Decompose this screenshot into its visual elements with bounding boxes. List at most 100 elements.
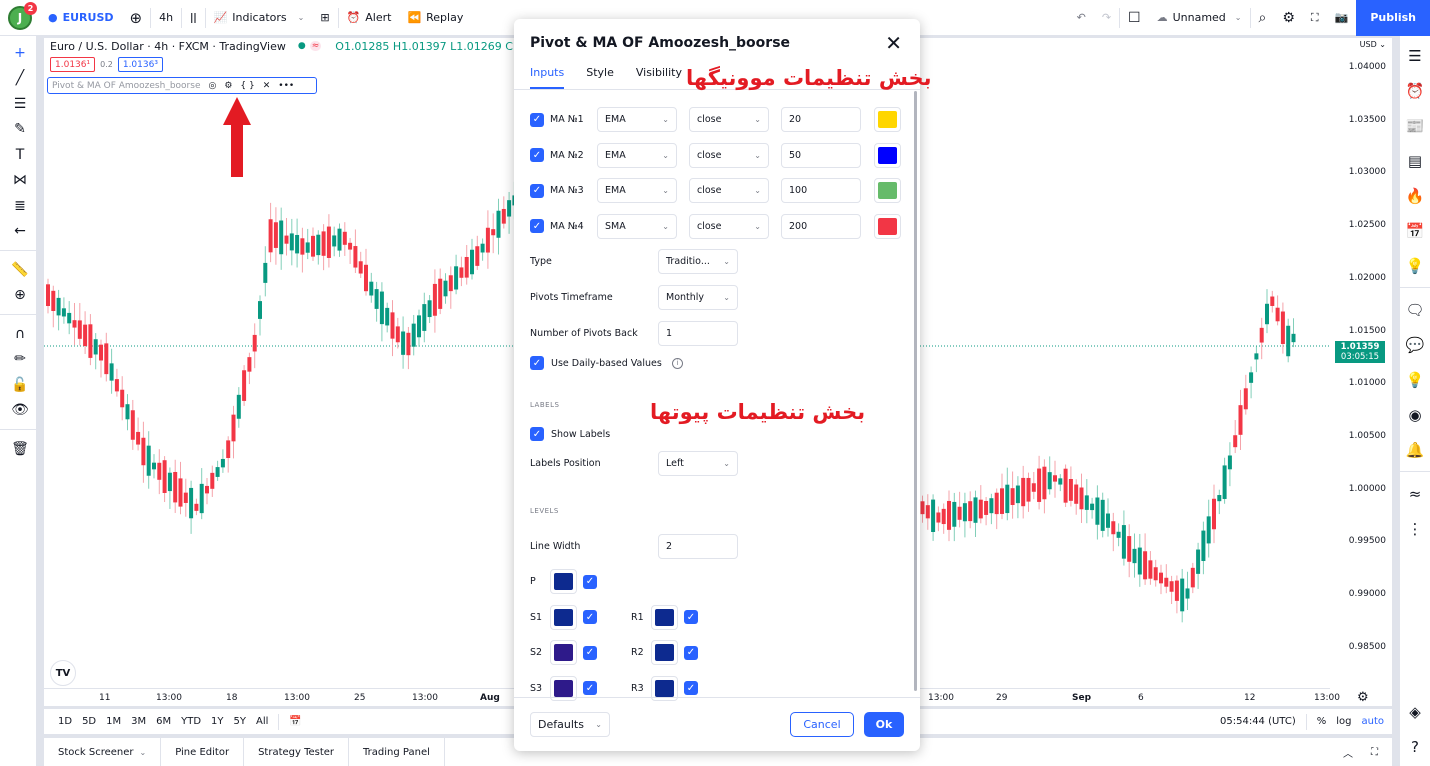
user-avatar[interactable]: J2 <box>8 1 37 30</box>
magnet-icon[interactable]: ∩ <box>0 321 40 347</box>
source-code-icon[interactable]: { } <box>240 81 254 91</box>
compare-button[interactable]: ⊕ <box>122 0 151 36</box>
level-enabled-checkbox[interactable]: ✓ <box>684 610 698 624</box>
ideas-lightbulb-icon[interactable]: 💡 <box>1400 248 1430 283</box>
ma-source-select[interactable]: close ⌄ <box>689 178 769 203</box>
level-color-picker[interactable] <box>550 640 577 665</box>
undo-button[interactable]: ↶ <box>1069 0 1094 36</box>
templates-button[interactable]: ⊞ <box>312 0 337 36</box>
layers-icon[interactable]: ◈ <box>1400 694 1430 729</box>
percent-toggle[interactable]: % <box>1317 716 1327 727</box>
ok-button[interactable]: Ok <box>864 712 904 737</box>
fullscreen-button[interactable]: ⛶ <box>1303 0 1327 36</box>
line-width-input[interactable]: 2 <box>658 534 738 559</box>
zoom-in-icon[interactable]: ⊕ <box>0 283 40 309</box>
tab-inputs[interactable]: Inputs <box>530 66 565 89</box>
currency-selector[interactable]: USD ⌄ <box>1360 40 1386 49</box>
streams-icon[interactable]: 💡 <box>1400 362 1430 397</box>
price-axis[interactable]: USD ⌄ 1.04000 1.03500 1.03000 1.02500 1.0200… <box>1330 38 1392 688</box>
layout-button[interactable]: ☐ <box>1120 0 1149 36</box>
level-enabled-checkbox[interactable]: ✓ <box>583 610 597 624</box>
buy-price-button[interactable]: 1.0136³ <box>117 57 163 72</box>
notifications-bell-icon[interactable]: 🔔 <box>1400 432 1430 467</box>
indicator-legend-row[interactable]: Pivot & MA OF Amoozesh_boorse ◎ ⚙ { } ✕ … <box>47 77 317 94</box>
text-icon[interactable]: T <box>0 142 40 168</box>
hotlists-icon[interactable]: 🔥 <box>1400 178 1430 213</box>
dialog-scrollbar[interactable] <box>914 91 917 691</box>
sell-price-button[interactable]: 1.0136¹ <box>50 57 96 72</box>
tab-trading-panel[interactable]: Trading Panel <box>349 738 445 766</box>
ma-length-input[interactable]: 50 <box>781 142 861 168</box>
ma-length-input[interactable]: 200 <box>781 213 861 239</box>
range-6m[interactable]: 6M <box>156 716 171 727</box>
type-select[interactable]: Traditio... ⌄ <box>658 249 738 274</box>
alert-button[interactable]: ⏰ Alert <box>339 0 400 36</box>
tab-style[interactable]: Style <box>586 66 614 89</box>
daily-values-checkbox[interactable]: ✓ <box>530 356 544 370</box>
level-enabled-checkbox[interactable]: ✓ <box>583 681 597 695</box>
defaults-button[interactable]: Defaults ⌄ <box>530 712 610 737</box>
cancel-button[interactable]: Cancel <box>790 712 854 737</box>
auto-toggle[interactable]: auto <box>1361 716 1384 727</box>
ma-type-select[interactable]: SMA ⌄ <box>597 213 677 239</box>
tab-stock-screener[interactable]: Stock Screener ⌄ <box>44 738 162 766</box>
ma-source-select[interactable]: close ⌄ <box>689 213 769 239</box>
publish-button[interactable]: Publish <box>1356 0 1430 36</box>
chevron-up-icon[interactable]: ︿ <box>1343 745 1353 760</box>
settings-gear-icon[interactable]: ⚙ <box>224 81 232 91</box>
replay-button[interactable]: ⏪ Replay <box>399 0 471 36</box>
trash-icon[interactable]: 🗑 <box>0 436 40 462</box>
clock-utc[interactable]: 05:54:44 (UTC) <box>1220 716 1296 727</box>
alerts-clock-icon[interactable]: ⏰ <box>1400 73 1430 108</box>
tradingview-logo[interactable]: TV <box>50 660 76 686</box>
ma-type-select[interactable]: EMA ⌄ <box>597 142 677 168</box>
more-dots-icon[interactable]: ••• <box>278 81 294 91</box>
tab-pine-editor[interactable]: Pine Editor <box>161 738 245 766</box>
ma-color-picker[interactable] <box>874 107 901 132</box>
maximize-panel-icon[interactable]: ⛶ <box>1371 747 1378 758</box>
search-button[interactable]: ⌕ <box>1251 0 1275 36</box>
ma-enabled-checkbox[interactable]: ✓ <box>530 112 544 127</box>
goto-date-calendar-icon[interactable]: 📅 <box>289 716 301 727</box>
remove-x-icon[interactable]: ✕ <box>263 81 271 91</box>
show-labels-checkbox[interactable]: ✓ <box>530 427 544 441</box>
watchlist-icon[interactable]: ☰ <box>1400 38 1430 73</box>
range-5d[interactable]: 5D <box>82 716 96 727</box>
interval-button[interactable]: 4h <box>151 0 181 36</box>
ma-color-picker[interactable] <box>874 213 901 239</box>
info-icon[interactable]: i <box>671 357 683 369</box>
level-color-picker[interactable] <box>550 604 577 630</box>
ruler-icon[interactable]: 📏 <box>0 257 40 283</box>
lock-drawing-icon[interactable]: ✏ <box>0 347 40 373</box>
snapshot-button[interactable]: 📷 <box>1327 0 1357 36</box>
layout-name-button[interactable]: ☁ Unnamed ⌄ <box>1149 0 1250 36</box>
pattern-icon[interactable]: ⋈ <box>0 168 40 194</box>
log-toggle[interactable]: log <box>1336 716 1351 727</box>
fib-icon[interactable]: ☰ <box>0 91 40 117</box>
lock-icon[interactable]: 🔓 <box>0 372 40 398</box>
trend-line-icon[interactable]: ╱ <box>0 66 40 92</box>
ma-source-select[interactable]: close ⌄ <box>689 142 769 168</box>
chats-icon[interactable]: 🗨 <box>1400 292 1430 327</box>
ma-length-input[interactable]: 100 <box>781 178 861 203</box>
pivots-back-input[interactable]: 1 <box>658 321 738 346</box>
level-color-picker[interactable] <box>550 569 577 594</box>
range-1d[interactable]: 1D <box>58 716 72 727</box>
ma-length-input[interactable]: 20 <box>781 107 861 132</box>
crosshair-icon[interactable]: + <box>0 40 40 66</box>
ma-enabled-checkbox[interactable]: ✓ <box>530 148 544 162</box>
settings-button[interactable]: ⚙ <box>1274 0 1303 36</box>
forecast-icon[interactable]: ≣ <box>0 193 40 219</box>
hide-eye-icon[interactable]: ◎ <box>208 81 216 91</box>
arrow-left-icon[interactable]: ← <box>0 219 40 245</box>
axis-settings-gear-icon[interactable]: ⚙ <box>1357 690 1369 705</box>
news-icon[interactable]: 📰 <box>1400 108 1430 143</box>
range-1m[interactable]: 1M <box>106 716 121 727</box>
ma-type-select[interactable]: EMA ⌄ <box>597 178 677 203</box>
dom-icon[interactable]: ≈ <box>1400 476 1430 511</box>
range-5y[interactable]: 5Y <box>234 716 246 727</box>
range-3m[interactable]: 3M <box>131 716 146 727</box>
brush-icon[interactable]: ✎ <box>0 117 40 143</box>
level-enabled-checkbox[interactable]: ✓ <box>684 681 698 695</box>
ma-enabled-checkbox[interactable]: ✓ <box>530 183 544 198</box>
